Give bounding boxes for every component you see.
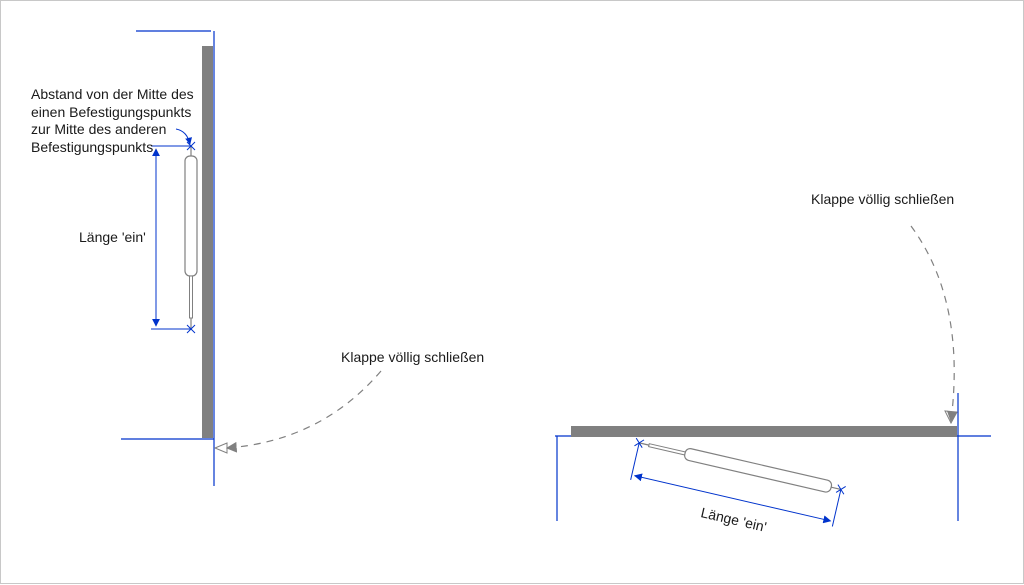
close-arc-right [911, 226, 954, 421]
right-assembly [555, 226, 991, 526]
mount-distance-note: Abstand von der Mitte des einen Befestig… [31, 86, 201, 156]
close-arc-left [227, 371, 381, 448]
flap-horizontal [571, 426, 957, 437]
length-label-left: Länge 'ein' [79, 229, 146, 247]
diagram-canvas: Abstand von der Mitte des einen Befestig… [0, 0, 1024, 584]
flap-vertical [202, 46, 213, 438]
gas-spring-right [634, 436, 846, 496]
close-flap-label-left: Klappe völlig schließen [341, 349, 484, 367]
gas-spring-left [185, 142, 197, 333]
close-flap-label-right: Klappe völlig schließen [811, 191, 954, 209]
